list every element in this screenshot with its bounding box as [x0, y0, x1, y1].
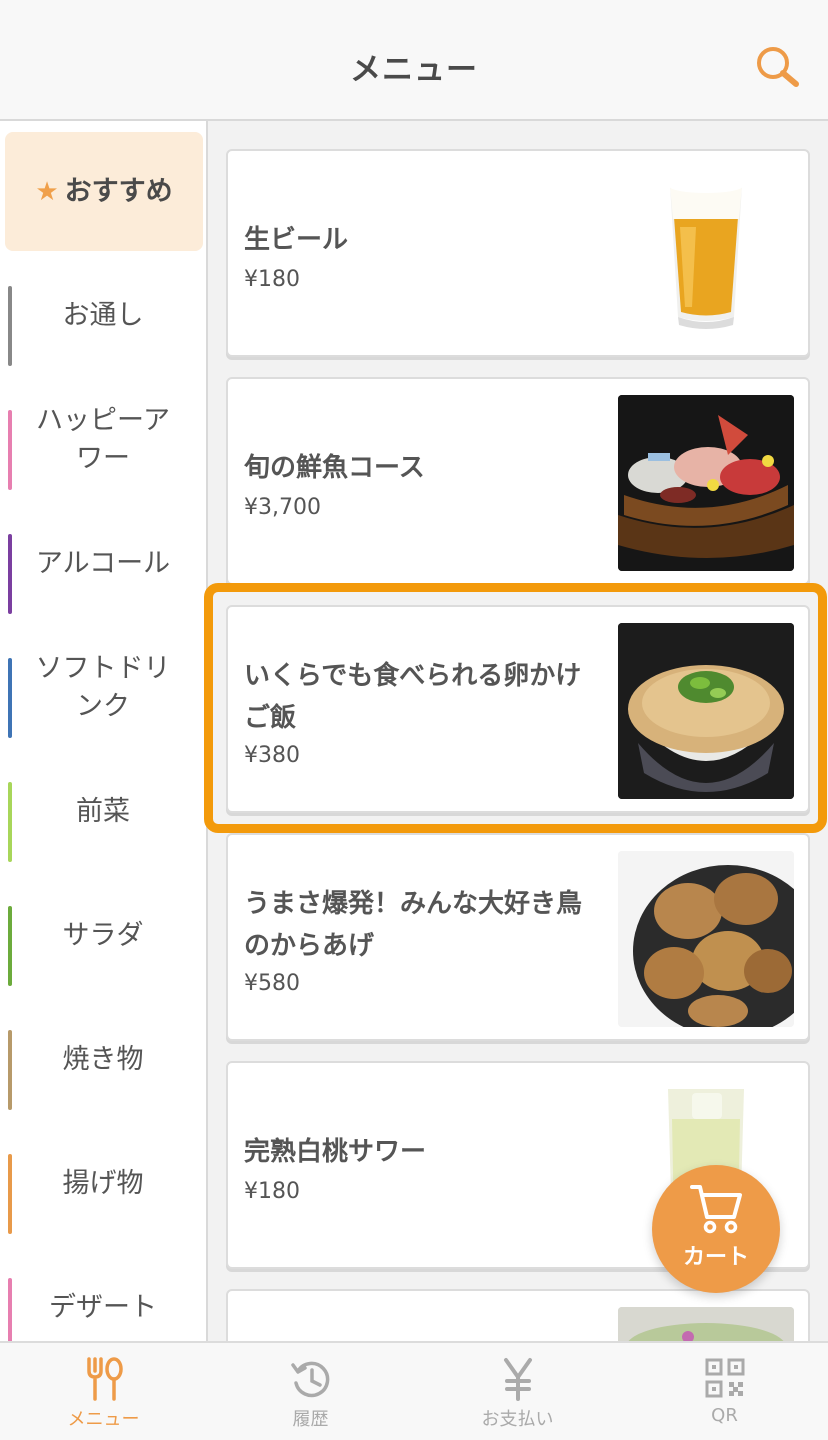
menu-item-card[interactable]: 生ビール ¥180: [226, 149, 810, 357]
menu-item-name: いくらでも食べられる卵かけご飯: [244, 661, 582, 733]
category-color-bar: [8, 906, 12, 986]
nav-tab-payment[interactable]: お支払い: [414, 1343, 621, 1440]
category-item-otoshi[interactable]: お通し: [0, 254, 206, 378]
star-icon: ★: [35, 176, 59, 207]
category-label: 揚げ物: [62, 1168, 144, 1199]
menu-item-name: 旬の鮮魚コース: [244, 453, 425, 483]
menu-item-name: 生ビール: [244, 225, 349, 255]
menu-item-image: [618, 167, 794, 343]
nav-label: お支払い: [481, 1409, 554, 1430]
category-item-recommended[interactable]: ★ おすすめ: [5, 132, 203, 251]
cart-icon: [690, 1185, 742, 1234]
menu-item-image: [618, 851, 794, 1027]
category-color-bar: [8, 410, 12, 490]
category-item-grilled[interactable]: 焼き物: [0, 998, 206, 1122]
menu-item-price: ¥180: [244, 1179, 300, 1204]
category-label: サラダ: [62, 920, 144, 951]
menu-item-card[interactable]: 旬の鮮魚コース ¥3,700: [226, 377, 810, 585]
category-color-bar: [8, 658, 12, 738]
category-label: おすすめ: [64, 175, 173, 207]
page-title: メニュー: [350, 52, 478, 88]
category-item-soft-drink[interactable]: ソフトドリ ンク: [0, 626, 206, 750]
category-label: ハッピーア ワー: [36, 405, 170, 474]
category-label: 前菜: [76, 796, 130, 827]
menu-item-card[interactable]: いくらでも食べられる卵かけご飯 ¥380: [226, 605, 810, 813]
nav-tab-menu[interactable]: メニュー: [0, 1343, 207, 1440]
search-icon: [757, 47, 799, 87]
category-color-bar: [8, 782, 12, 862]
menu-list: 生ビール ¥180 旬の鮮魚コース ¥3,700 いくらでも食べられる卵かけご飯…: [208, 121, 828, 1341]
nav-label: QR: [711, 1405, 738, 1426]
menu-item-image: [618, 623, 794, 799]
category-color-bar: [8, 1030, 12, 1110]
cart-label: カート: [682, 1245, 749, 1270]
cart-button[interactable]: カート: [652, 1165, 780, 1293]
category-sidebar: ★ おすすめ お通し ハッピーア ワー アルコール ソフトドリ ンク 前菜 サラ…: [0, 121, 208, 1341]
category-label: アルコール: [35, 548, 171, 579]
nav-tab-history[interactable]: 履歴: [207, 1343, 414, 1440]
category-color-bar: [8, 286, 12, 366]
nav-label: 履歴: [292, 1409, 329, 1430]
nav-tab-qr[interactable]: QR: [621, 1343, 828, 1440]
menu-item-price: ¥3,700: [244, 495, 321, 520]
app-header: メニュー: [0, 0, 828, 121]
bottom-navigation: メニュー 履歴 お支払い QR: [0, 1341, 828, 1440]
nav-label: メニュー: [67, 1409, 140, 1430]
menu-item-name: うまさ爆発！みんな大好き鳥のからあげ: [244, 889, 583, 961]
menu-item-name: 完熟白桃サワー: [244, 1137, 427, 1167]
yen-icon: [504, 1358, 532, 1401]
menu-item-price: ¥380: [244, 743, 300, 768]
menu-item-price: ¥580: [244, 971, 300, 996]
fork-spoon-icon: [87, 1357, 123, 1401]
category-color-bar: [8, 1154, 12, 1234]
category-item-happy-hour[interactable]: ハッピーア ワー: [0, 378, 206, 502]
category-label: 焼き物: [62, 1044, 144, 1075]
category-item-appetizer[interactable]: 前菜: [0, 750, 206, 874]
category-item-alcohol[interactable]: アルコール: [0, 502, 206, 626]
category-color-bar: [8, 534, 12, 614]
category-label: ソフトドリ ンク: [35, 653, 171, 722]
category-item-salad[interactable]: サラダ: [0, 874, 206, 998]
menu-item-card[interactable]: [226, 1289, 810, 1341]
category-label: お通し: [62, 300, 144, 331]
category-color-bar: [8, 1278, 12, 1341]
history-icon: [291, 1361, 330, 1398]
category-label: デザート: [49, 1292, 157, 1323]
menu-item-image: [618, 395, 794, 571]
menu-item-card[interactable]: うまさ爆発！みんな大好き鳥のからあげ ¥580: [226, 833, 810, 1041]
qr-icon: [705, 1358, 745, 1398]
category-item-dessert[interactable]: デザート: [0, 1246, 206, 1341]
search-button[interactable]: [754, 44, 804, 90]
menu-item-image: [618, 1307, 794, 1341]
menu-item-price: ¥180: [244, 267, 300, 292]
category-item-fried[interactable]: 揚げ物: [0, 1122, 206, 1246]
